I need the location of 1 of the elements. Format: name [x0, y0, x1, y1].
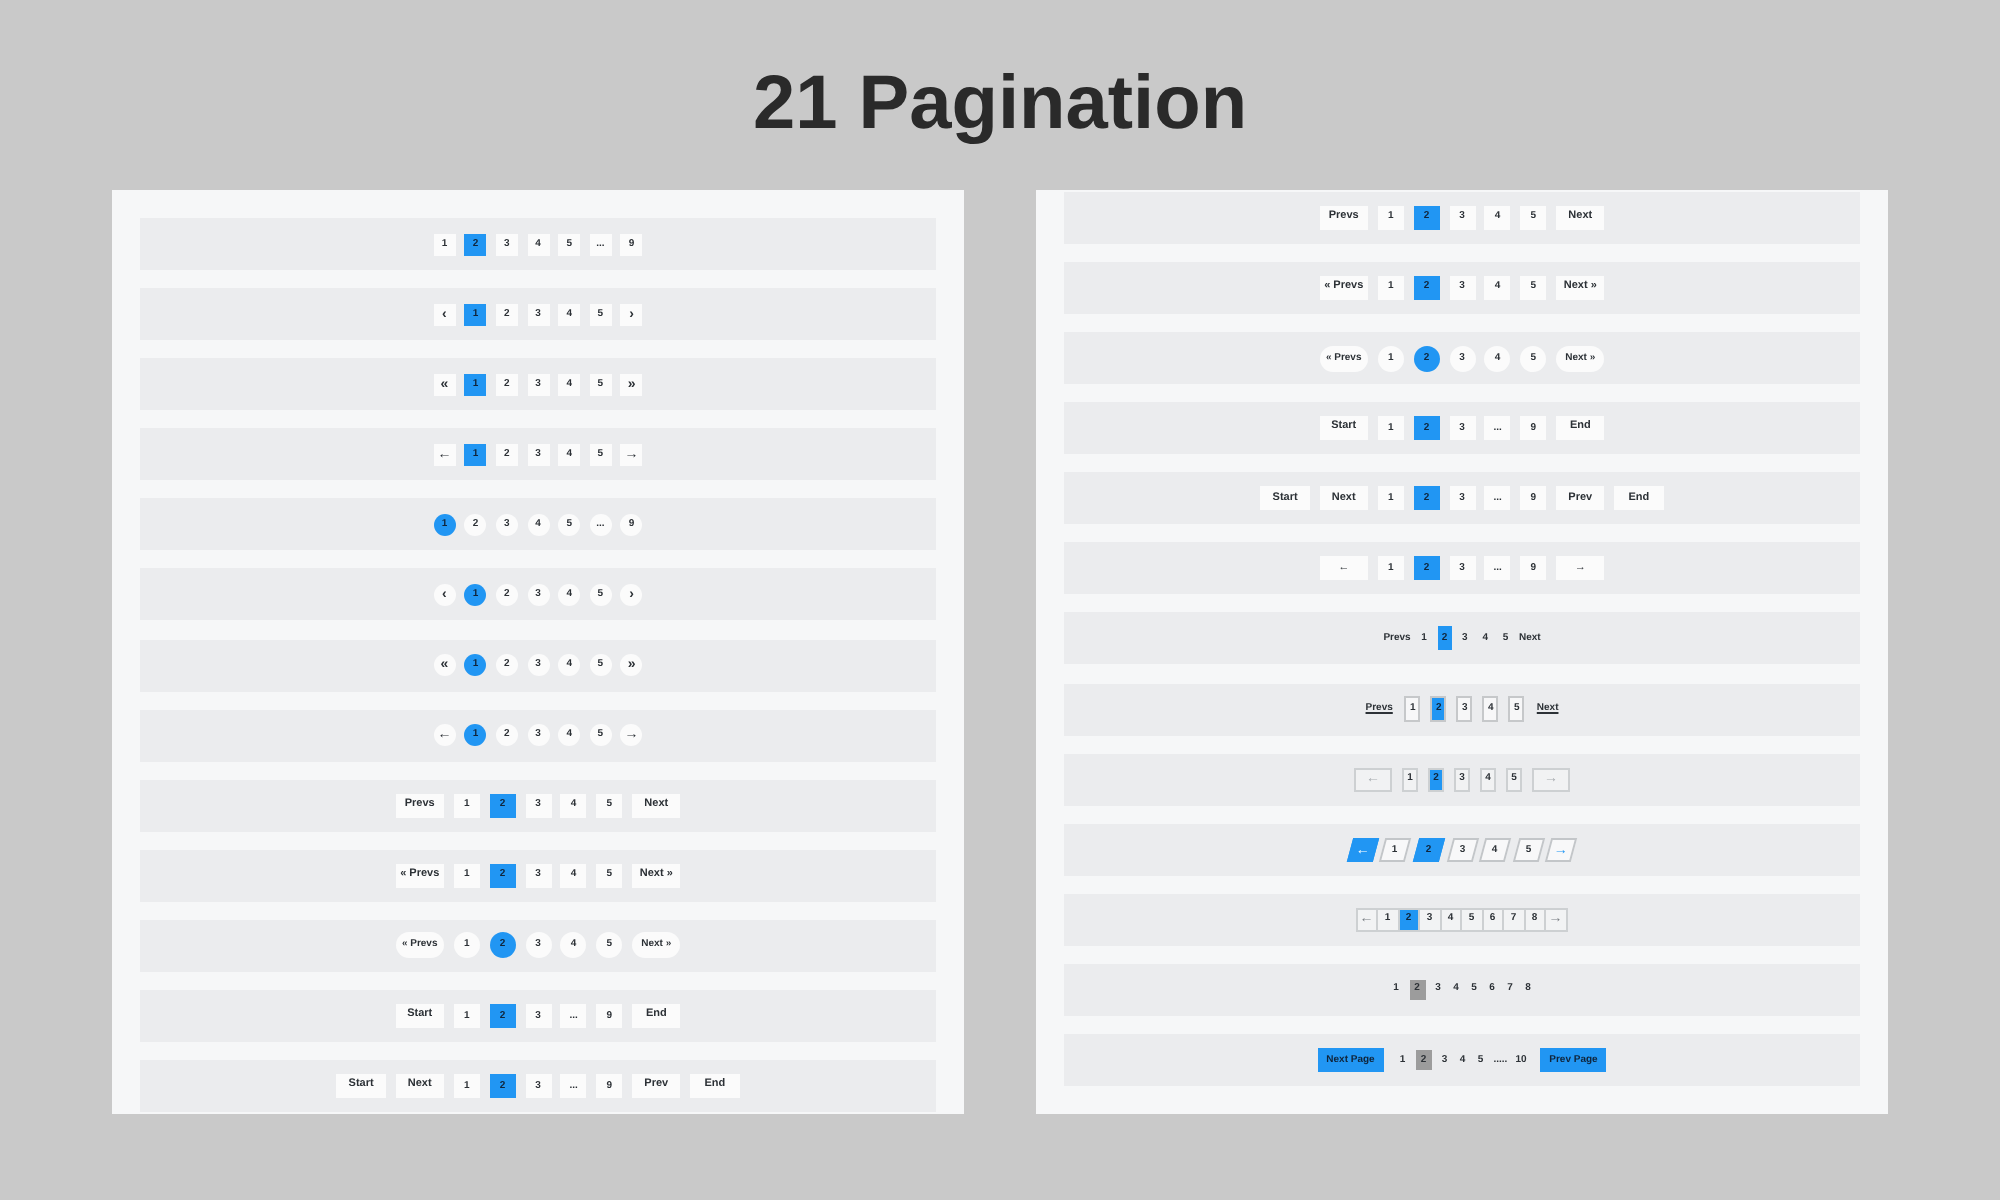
page-title: 21 Pagination [752, 60, 1248, 148]
